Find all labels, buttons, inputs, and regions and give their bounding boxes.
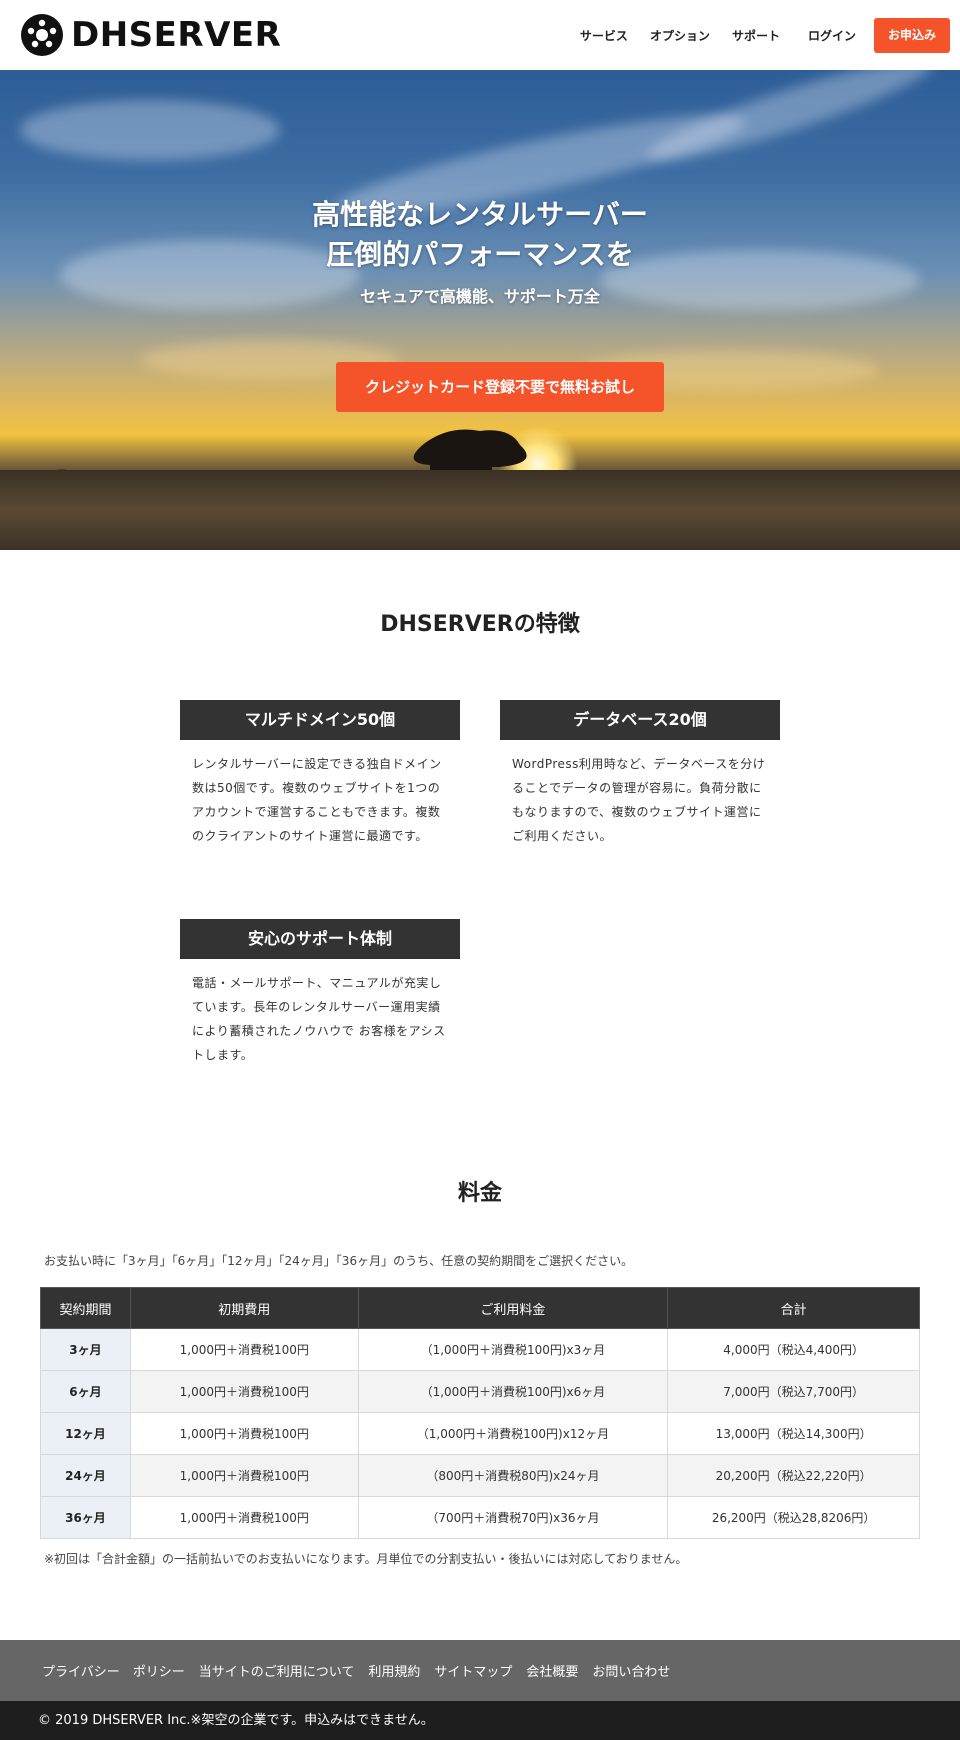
total-cell: 26,200円（税込28,8206円） [667,1496,920,1539]
hero-title-line1: 高性能なレンタルサーバー [312,198,648,231]
usage-fee-cell: （1,000円＋消費税100円)x6ヶ月 [357,1370,669,1413]
footer-link-site-usage[interactable]: 当サイトのご利用について [199,1661,355,1680]
copyright: © 2019 DHSERVER Inc.※架空の企業です。申込みはできません。 [0,1701,960,1740]
pricing-table: 契約期間 初期費用 ご利用料金 合計 3ヶ月 1,000円＋消費税100円 （1… [40,1287,920,1539]
footer-link-company[interactable]: 会社概要 [526,1661,578,1680]
initial-fee-cell: 1,000円＋消費税100円 [129,1412,359,1455]
table-row: 36ヶ月 1,000円＋消費税100円 （700円＋消費税70円)x36ヶ月 2… [40,1496,920,1539]
pricing-note: お支払い時に「3ヶ月」「6ヶ月」「12ヶ月」「24ヶ月」「36ヶ月」のうち、任意… [44,1254,634,1268]
pricing-title: 料金 [457,1181,502,1206]
table-row: 24ヶ月 1,000円＋消費税100円 （800円＋消費税80円)x24ヶ月 2… [40,1454,920,1497]
feature-card: マルチドメイン50個 レンタルサーバーに設定できる独自ドメイン数は50個です。複… [180,700,460,848]
column-header-total: 合計 [667,1287,920,1329]
feature-text: レンタルサーバーに設定できる独自ドメイン数は50個です。複数のウェブサイトを1つ… [192,757,442,843]
logo[interactable]: DHSERVER [21,14,281,56]
footer-link-contact[interactable]: お問い合わせ [592,1661,670,1680]
hero-title: 高性能なレンタルサーバー 圧倒的パフォーマンスを [0,195,960,275]
usage-fee-cell: （1,000円＋消費税100円)x12ヶ月 [357,1412,669,1455]
free-trial-button[interactable]: クレジットカード登録不要で無料お試し [336,362,664,412]
column-header-period: 契約期間 [40,1287,131,1329]
hero-ground [0,470,960,550]
footer-link-terms[interactable]: 利用規約 [368,1661,420,1680]
column-header-usage-fee: ご利用料金 [357,1287,669,1329]
period-cell: 24ヶ月 [40,1454,131,1497]
hero-title-line2: 圧倒的パフォーマンスを [326,238,634,271]
table-row: 6ヶ月 1,000円＋消費税100円 （1,000円＋消費税100円)x6ヶ月 … [40,1370,920,1413]
footer-links: プライバシー ポリシー 当サイトのご利用について 利用規約 サイトマップ 会社概… [0,1640,960,1701]
features-title: DHSERVERの特徴 [380,612,580,637]
hero-section: 高性能なレンタルサーバー 圧倒的パフォーマンスを セキュアで高機能、サポート万全… [0,70,960,550]
table-header-row: 契約期間 初期費用 ご利用料金 合計 [40,1287,920,1329]
main-nav: サービス オプション サポート ログイン お申込み [558,18,950,53]
apply-button[interactable]: お申込み [873,18,950,53]
footer-link-privacy[interactable]: プライバシー ポリシー [42,1661,185,1680]
feature-heading: 安心のサポート体制 [180,919,460,959]
table-row: 12ヶ月 1,000円＋消費税100円 （1,000円＋消費税100円)x12ヶ… [40,1412,920,1455]
logo-text: DHSERVER [71,15,282,55]
nav-item-support[interactable]: サポート [732,27,780,44]
pricing-footnote: ※初回は「合計金額」の一括前払いでのお支払いになります。月単位での分割支払い・後… [44,1552,688,1566]
hero-subtitle: セキュアで高機能、サポート万全 [360,287,600,306]
total-cell: 7,000円（税込7,700円） [667,1370,920,1413]
nav-item-login[interactable]: ログイン [808,27,856,44]
period-cell: 36ヶ月 [40,1496,131,1539]
usage-fee-cell: （700円＋消費税70円)x36ヶ月 [357,1496,669,1539]
nav-item-service[interactable]: サービス [580,27,628,44]
feature-card: 安心のサポート体制 電話・メールサポート、マニュアルが充実しています。長年のレン… [180,919,460,1067]
total-cell: 20,200円（税込22,220円） [667,1454,920,1497]
feature-heading: マルチドメイン50個 [180,700,460,740]
feature-text: 電話・メールサポート、マニュアルが充実しています。長年のレンタルサーバー運用実績… [192,976,446,1062]
column-header-initial-fee: 初期費用 [129,1287,359,1329]
usage-fee-cell: （1,000円＋消費税100円)x3ヶ月 [357,1328,669,1371]
feature-text: WordPress利用時など、データベースを分けることでデータの管理が容易に。負… [512,757,766,843]
period-cell: 3ヶ月 [40,1328,131,1371]
total-cell: 13,000円（税込14,300円） [667,1412,920,1455]
nav-item-option[interactable]: オプション [650,27,710,44]
initial-fee-cell: 1,000円＋消費税100円 [129,1370,359,1413]
initial-fee-cell: 1,000円＋消費税100円 [129,1454,359,1497]
feature-heading: データベース20個 [500,700,780,740]
table-row: 3ヶ月 1,000円＋消費税100円 （1,000円＋消費税100円)x3ヶ月 … [40,1328,920,1371]
initial-fee-cell: 1,000円＋消費税100円 [129,1328,359,1371]
initial-fee-cell: 1,000円＋消費税100円 [129,1496,359,1539]
feature-card: データベース20個 WordPress利用時など、データベースを分けることでデー… [500,700,780,848]
hero-cloud [20,100,280,160]
donut-logo-icon [21,14,63,56]
usage-fee-cell: （800円＋消費税80円)x24ヶ月 [357,1454,669,1497]
site-header: DHSERVER サービス オプション サポート ログイン お申込み [0,0,960,70]
total-cell: 4,000円（税込4,400円） [667,1328,920,1371]
period-cell: 12ヶ月 [40,1412,131,1455]
period-cell: 6ヶ月 [40,1370,131,1413]
footer-link-sitemap[interactable]: サイトマップ [434,1661,512,1680]
